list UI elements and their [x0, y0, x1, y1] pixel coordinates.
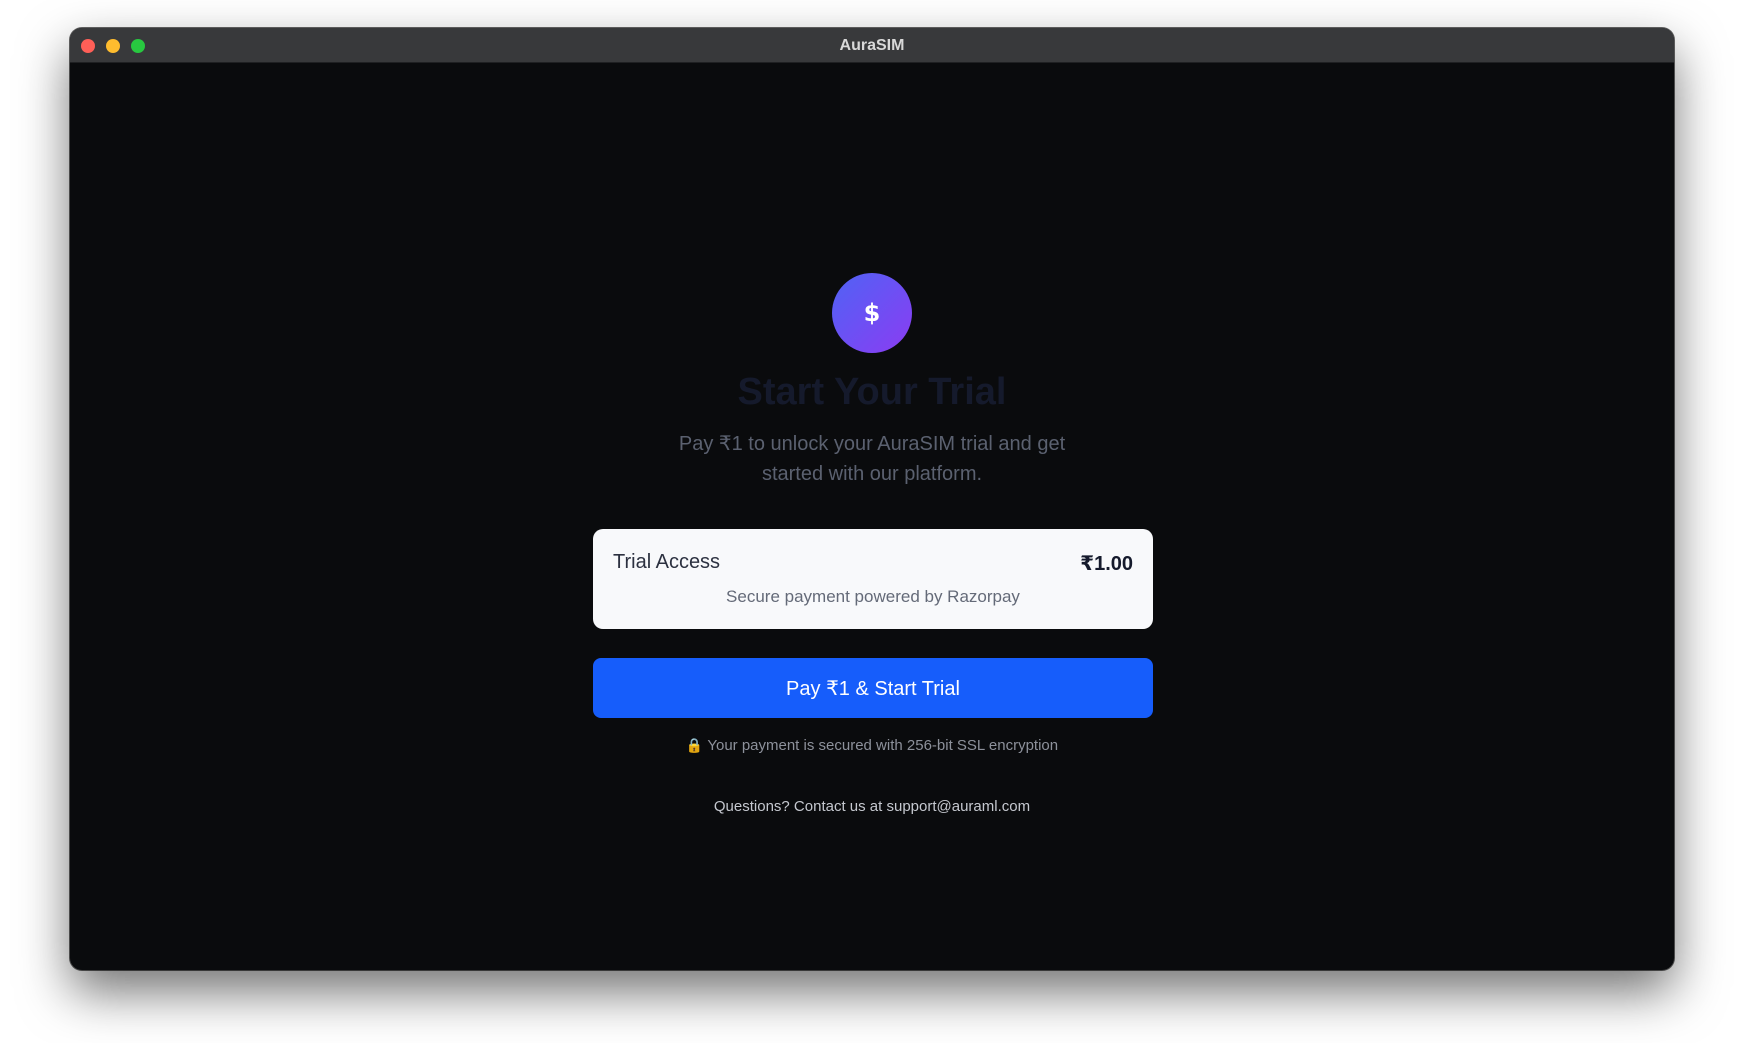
security-note: 🔒 Your payment is secured with 256-bit SS…	[70, 737, 1674, 754]
dollar-glyph: $	[863, 299, 881, 327]
security-text: Your payment is secured with 256-bit SSL…	[707, 737, 1059, 754]
main-content: $ Start Your Trial Pay ₹1 to unlock your…	[70, 63, 1674, 970]
page-title: Start Your Trial	[737, 371, 1007, 413]
title-bar[interactable]: AuraSIM	[70, 28, 1674, 63]
page-subtitle: Pay ₹1 to unlock your AuraSIM trial and …	[678, 433, 1066, 485]
trial-price: ₹1.00	[1080, 553, 1133, 575]
payment-provider-note: Secure payment powered by Razorpay	[726, 587, 1020, 606]
app-window: AuraSIM $ Start Your Trial Pay ₹1 to unl…	[70, 28, 1674, 970]
pay-start-trial-button[interactable]: Pay ₹1 & Start Trial	[593, 658, 1153, 718]
lock-icon: 🔒	[685, 738, 704, 754]
support-contact: Questions? Contact us at support@auraml.…	[713, 798, 1031, 815]
window-title: AuraSIM	[839, 37, 905, 54]
trial-access-label: Trial Access	[613, 551, 721, 573]
dollar-icon: $	[832, 273, 912, 353]
trial-summary-card: Trial Access ₹1.00 Secure payment powere…	[593, 529, 1153, 629]
